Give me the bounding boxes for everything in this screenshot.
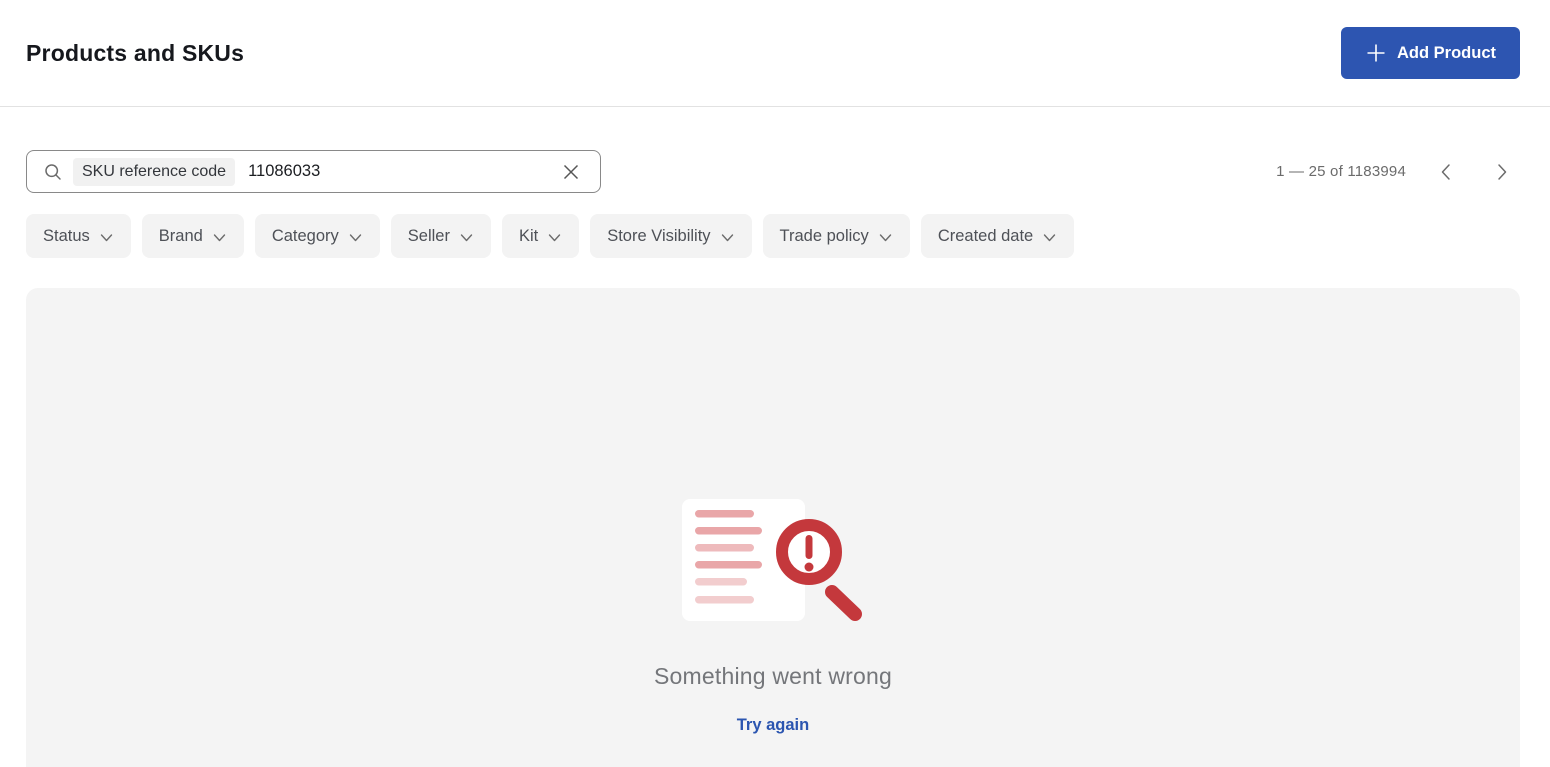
- error-title: Something went wrong: [654, 663, 892, 689]
- chevron-down-icon: [549, 233, 561, 241]
- filter-brand[interactable]: Brand: [141, 214, 244, 258]
- filter-trade-policy[interactable]: Trade policy: [762, 214, 910, 258]
- search-filter-tag[interactable]: SKU reference code: [73, 157, 236, 186]
- chevron-down-icon: [1044, 233, 1056, 241]
- filter-label: Trade policy: [779, 226, 869, 245]
- filter-label: Store Visibility: [607, 226, 711, 245]
- exclamation-bar: [805, 535, 813, 559]
- filter-label: Status: [43, 226, 90, 245]
- results-panel: Something went wrong Try again: [26, 288, 1520, 767]
- filter-label: Kit: [518, 226, 539, 245]
- search-icon: [43, 162, 63, 182]
- filter-label: Category: [271, 226, 339, 245]
- chevron-down-icon: [460, 233, 473, 241]
- chevron-left-icon: [1441, 163, 1450, 180]
- pagination: 1 — 25 of 1183994: [1276, 154, 1520, 190]
- next-page-button[interactable]: [1484, 154, 1520, 190]
- try-again-link[interactable]: Try again: [737, 716, 809, 735]
- search-value[interactable]: 11086033: [248, 162, 558, 181]
- page-title: Products and SKUs: [26, 39, 245, 66]
- close-icon: [563, 164, 579, 179]
- filter-seller[interactable]: Seller: [390, 214, 491, 258]
- previous-page-button[interactable]: [1428, 154, 1464, 190]
- filter-category[interactable]: Category: [254, 214, 380, 258]
- filter-kit[interactable]: Kit: [501, 214, 580, 258]
- pagination-range: 1 — 25 of 1183994: [1276, 163, 1406, 180]
- filter-bar: Status Brand Category Seller Kit Store V…: [0, 214, 1550, 258]
- chevron-down-icon: [879, 233, 892, 241]
- filter-status[interactable]: Status: [26, 214, 131, 258]
- clear-search-button[interactable]: [558, 159, 584, 185]
- add-product-button[interactable]: Add Product: [1341, 27, 1520, 79]
- toolbar: SKU reference code 11086033 1 — 25 of 11…: [0, 150, 1550, 193]
- exclamation-dot: [804, 562, 814, 572]
- page-header: Products and SKUs Add Product: [0, 0, 1550, 107]
- filter-created-date[interactable]: Created date: [920, 214, 1075, 258]
- chevron-down-icon: [721, 233, 733, 241]
- plus-icon: [1365, 42, 1387, 64]
- add-product-label: Add Product: [1397, 43, 1496, 62]
- filter-label: Created date: [937, 226, 1034, 245]
- filter-store-visibility[interactable]: Store Visibility: [590, 214, 752, 258]
- error-illustration: [682, 499, 862, 621]
- error-state: Something went wrong Try again: [26, 288, 1520, 735]
- chevron-right-icon: [1498, 163, 1507, 180]
- chevron-down-icon: [100, 233, 112, 241]
- filter-label: Seller: [407, 226, 450, 245]
- search-input[interactable]: SKU reference code 11086033: [26, 150, 601, 193]
- chevron-down-icon: [349, 233, 361, 241]
- magnifier-handle: [825, 585, 862, 621]
- chevron-down-icon: [213, 233, 226, 241]
- filter-label: Brand: [158, 226, 203, 245]
